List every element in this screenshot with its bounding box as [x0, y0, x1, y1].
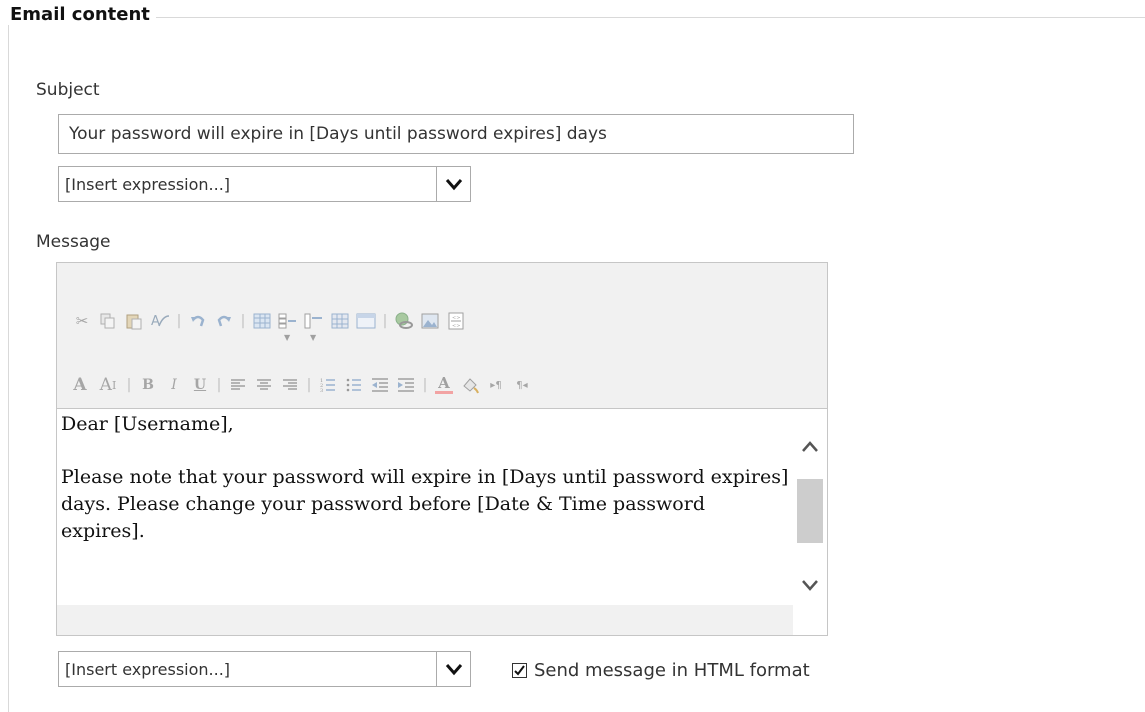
editor-bottom-strip	[57, 605, 827, 635]
svg-text:<>: <>	[452, 323, 460, 329]
toolbar-separator: |	[216, 377, 222, 393]
message-expression-value: [Insert expression...]	[65, 659, 231, 679]
insert-row-icon[interactable]: ▼	[277, 310, 299, 342]
table-properties-icon[interactable]	[329, 310, 351, 332]
insert-table-icon[interactable]	[251, 310, 273, 332]
rtl-icon[interactable]: ¶◂	[511, 374, 533, 396]
scroll-up-icon[interactable]	[801, 439, 819, 458]
indent-icon[interactable]	[395, 374, 417, 396]
copy-icon[interactable]	[97, 310, 119, 332]
editor-toolbar-row-1: ✂ A | | ▼ ▼ | <> <>	[71, 306, 471, 342]
rich-text-editor: ✂ A | | ▼ ▼ | <> <> A A Ⅰ | B I U | | 1 …	[56, 262, 828, 636]
message-greeting: Dear [Username],	[61, 413, 234, 435]
toolbar-separator: |	[382, 313, 388, 329]
html-format-label: Send message in HTML format	[534, 660, 810, 681]
subject-expression-value: [Insert expression...]	[65, 174, 231, 194]
redo-icon[interactable]	[213, 310, 235, 332]
insert-image-icon[interactable]	[419, 310, 441, 332]
italic-icon[interactable]: I	[163, 374, 185, 396]
toolbar-separator: |	[176, 313, 182, 329]
scrollbar-thumb[interactable]	[797, 479, 823, 543]
message-expression-select[interactable]: [Insert expression...]	[58, 651, 471, 687]
font-icon[interactable]: A	[69, 374, 91, 396]
chevron-down-icon[interactable]	[436, 167, 470, 201]
bold-icon[interactable]: B	[137, 374, 159, 396]
editor-toolbar-row-2: A AⅠ | B I U | | 123 | A ▸¶ ¶◂	[69, 370, 537, 400]
highlight-icon[interactable]	[459, 374, 481, 396]
svg-text:A: A	[151, 314, 160, 329]
message-body-editor[interactable]: Dear [Username], Please note that your p…	[57, 408, 827, 635]
fieldset-border-left	[8, 17, 9, 712]
section-legend: Email content	[4, 4, 156, 25]
align-left-icon[interactable]	[227, 374, 249, 396]
align-right-icon[interactable]	[279, 374, 301, 396]
fieldset-border-top	[8, 17, 1145, 18]
align-center-icon[interactable]	[253, 374, 275, 396]
source-icon[interactable]: <> <>	[445, 310, 467, 332]
cut-icon[interactable]: ✂	[71, 310, 93, 332]
toolbar-separator: |	[126, 377, 132, 393]
svg-text:<>: <>	[452, 315, 460, 321]
underline-icon[interactable]: U	[189, 374, 211, 396]
html-format-checkbox[interactable]	[512, 663, 527, 678]
toolbar-separator: |	[422, 377, 428, 393]
toolbar-separator: |	[240, 313, 246, 329]
subject-input[interactable]	[58, 114, 854, 154]
message-body: Dear [Username], Please note that your p…	[61, 411, 791, 545]
insert-link-icon[interactable]	[393, 310, 415, 332]
font-size-icon[interactable]: AⅠ	[95, 374, 121, 396]
outdent-icon[interactable]	[369, 374, 391, 396]
paste-icon[interactable]	[123, 310, 145, 332]
message-paragraph: Please note that your password will expi…	[61, 466, 789, 542]
numbered-list-icon[interactable]: 123	[317, 374, 339, 396]
subject-label: Subject	[36, 80, 100, 100]
svg-text:3: 3	[320, 388, 323, 393]
text-color-icon[interactable]: A	[433, 374, 455, 396]
spellcheck-icon[interactable]: A	[149, 310, 171, 332]
subject-expression-select[interactable]: [Insert expression...]	[58, 166, 471, 202]
editor-scrollbar[interactable]	[793, 409, 827, 635]
html-format-option[interactable]: Send message in HTML format	[512, 660, 810, 681]
message-label: Message	[36, 232, 111, 252]
chevron-down-icon[interactable]	[436, 652, 470, 686]
ltr-icon[interactable]: ▸¶	[485, 374, 507, 396]
bullet-list-icon[interactable]	[343, 374, 365, 396]
undo-icon[interactable]	[187, 310, 209, 332]
toolbar-separator: |	[306, 377, 312, 393]
insert-column-icon[interactable]: ▼	[303, 310, 325, 342]
cell-properties-icon[interactable]	[355, 310, 377, 332]
scroll-down-icon[interactable]	[801, 577, 819, 596]
